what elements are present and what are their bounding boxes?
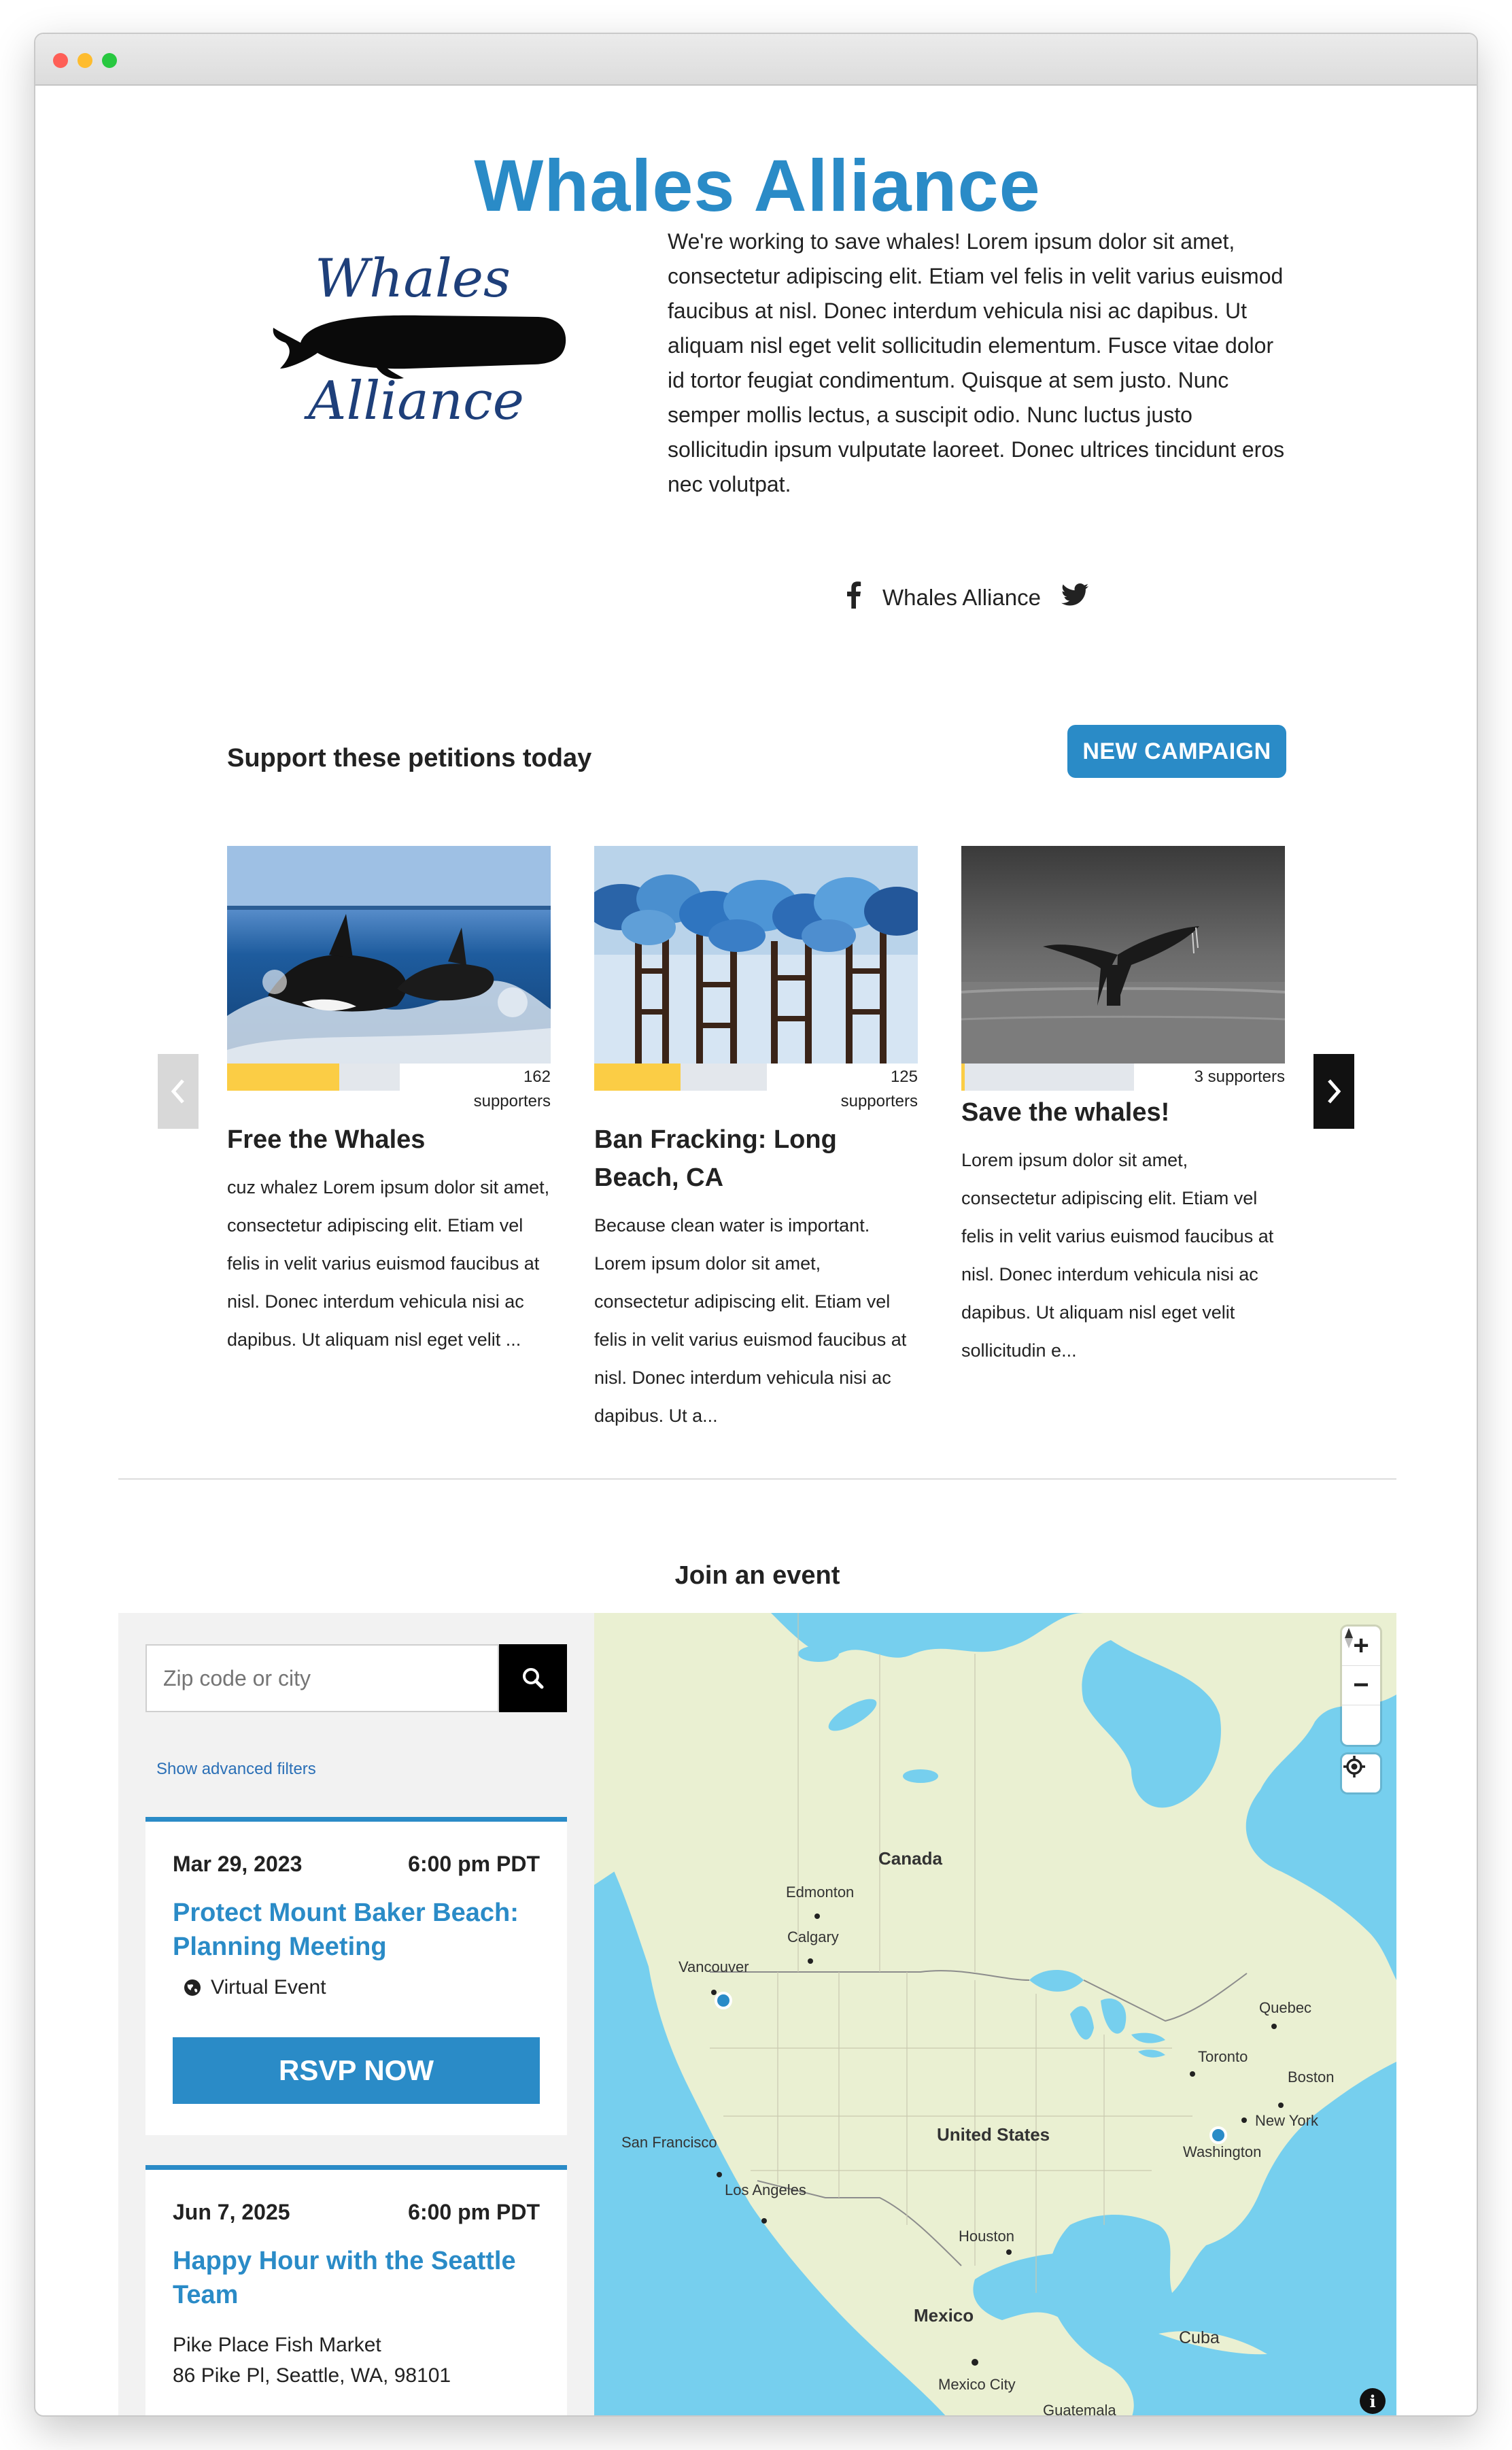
map-label: Edmonton [786,1884,855,1901]
event-address: Pike Place Fish Market 86 Pike Pl, Seatt… [173,2330,540,2391]
new-campaign-button[interactable]: NEW CAMPAIGN [1067,725,1286,778]
petition-progress: 125 supporters [594,1064,918,1110]
supporter-count: 125 supporters [841,1065,918,1114]
map-label: Vancouver [678,1958,749,1975]
logo-text-bottom: Alliance [304,371,524,432]
map-label: Washington [1183,2143,1262,2160]
section-divider [118,1478,1396,1480]
supporter-count-number: 162 [523,1068,551,1086]
supporter-count: 3 supporters [1195,1065,1285,1089]
org-description: We're working to save whales! Lorem ipsu… [668,229,1285,496]
globe-icon [184,1979,201,1996]
close-window-button[interactable] [53,53,68,68]
petition-card[interactable]: 162 supporters Free the Whales cuz whale… [227,846,551,1359]
petition-title[interactable]: Free the Whales [227,1121,551,1159]
event-date: Jun 7, 2025 [173,2200,290,2224]
browser-window: Whales Alliance Whales Alliance We're wo… [34,33,1478,2417]
petition-card[interactable]: 3 supporters Save the whales! Lorem ipsu… [961,846,1285,1369]
progress-fill [227,1064,340,1091]
zoom-out-button[interactable]: − [1342,1666,1380,1705]
advanced-filters-link[interactable]: Show advanced filters [156,1760,316,1779]
supporter-count-label: supporters [840,1092,918,1110]
page-title: Whales Alliance [474,144,1041,226]
locate-icon [1343,1756,1365,1777]
event-address-line1: Pike Place Fish Market [173,2334,381,2356]
petition-image-clouds[interactable] [594,846,918,1064]
event-date: Mar 29, 2023 [173,1852,303,1876]
map-label: New York [1255,2112,1318,2129]
events-heading: Join an event [674,1561,840,1590]
compass-icon [1345,1628,1353,1648]
map-label: Cuba [1179,2328,1220,2347]
map-label: Mexico [914,2305,974,2326]
progress-bar [961,1064,1134,1091]
event-datetime: Mar 29, 2023 6:00 pm PDT [173,1852,540,1877]
search-button[interactable] [499,1644,567,1712]
petition-image-whale-tail[interactable] [961,846,1285,1064]
info-icon[interactable]: i [1360,2388,1386,2414]
map-label: United States [937,2124,1050,2145]
locate-button[interactable] [1342,1754,1380,1792]
page-content: Whales Alliance Whales Alliance We're wo… [35,86,1477,2417]
map-label: Canada [878,1848,942,1869]
map-label: Calgary [787,1928,839,1945]
events-map[interactable]: Canada United States Mexico Edmonton Cal… [594,1613,1396,2417]
petition-title[interactable]: Save the whales! [961,1093,1285,1132]
event-title[interactable]: Protect Mount Baker Beach: Planning Meet… [173,1896,540,1964]
supporter-count-number: 125 [890,1068,918,1086]
map-label: Guatemala [1043,2402,1116,2417]
map-label: Houston [959,2228,1014,2245]
event-title[interactable]: Happy Hour with the Seattle Team [173,2244,540,2312]
carousel-next-button[interactable] [1313,1054,1354,1129]
event-venue: Virtual Event [173,1976,540,1999]
carousel-prev-button[interactable] [158,1054,199,1129]
chevron-right-icon [1328,1079,1341,1104]
map-label: Mexico City [938,2376,1016,2393]
petition-description: Because clean water is important. Lorem … [594,1215,907,1426]
supporter-count: 162 supporters [474,1065,551,1114]
petition-card[interactable]: 125 supporters Ban Fracking: Long Beach,… [594,846,918,1435]
event-time: 6:00 pm PDT [408,2200,540,2224]
progress-fill [961,1064,965,1091]
map-label: San Francisco [621,2134,717,2151]
events-sidebar: Show advanced filters Mar 29, 2023 6:00 … [118,1613,594,2415]
map-label: Quebec [1259,1999,1312,2016]
event-venue-label: Virtual Event [211,1976,326,1998]
petition-progress: 162 supporters [227,1064,551,1110]
event-datetime: Jun 7, 2025 6:00 pm PDT [173,2200,540,2225]
maximize-window-button[interactable] [102,53,117,68]
map-label: Toronto [1198,2048,1248,2065]
supporter-count-label: supporters [473,1092,551,1110]
facebook-icon[interactable] [844,581,862,614]
event-card[interactable]: Mar 29, 2023 6:00 pm PDT Protect Mount B… [145,1817,567,2135]
social-links: Whales Alliance [844,581,1088,615]
petition-progress: 3 supporters [961,1064,1285,1091]
org-logo: Whales Alliance [253,241,572,438]
progress-fill [594,1064,681,1091]
petition-image-orcas[interactable] [227,846,551,1064]
logo-text-top: Whales [315,248,511,309]
map-label: Boston [1288,2069,1335,2086]
progress-bar [227,1064,400,1091]
petition-description: Lorem ipsum dolor sit amet, consectetur … [961,1150,1274,1361]
event-time: 6:00 pm PDT [408,1852,540,1876]
petition-description: cuz whalez Lorem ipsum dolor sit amet, c… [227,1177,550,1350]
petitions-heading: Support these petitions today [227,744,592,772]
twitter-icon[interactable] [1061,583,1088,612]
window-titlebar [35,34,1477,86]
supporter-count-number: 3 supporters [1194,1068,1285,1086]
minimize-window-button[interactable] [78,53,92,68]
map-zoom-controls: + − [1342,1627,1380,1745]
map-label: Los Angeles [725,2181,806,2198]
location-search-input[interactable] [145,1644,499,1712]
chevron-left-icon [171,1079,184,1104]
petition-title[interactable]: Ban Fracking: Long Beach, CA [594,1121,918,1197]
search-icon [523,1668,544,1689]
compass-button[interactable] [1342,1628,1380,1745]
rsvp-button[interactable]: RSVP NOW [173,2037,540,2104]
event-card[interactable]: Jun 7, 2025 6:00 pm PDT Happy Hour with … [145,2165,567,2415]
social-name-link[interactable]: Whales Alliance [882,585,1041,611]
event-address-line2: 86 Pike Pl, Seattle, WA, 98101 [173,2364,451,2387]
progress-bar [594,1064,767,1091]
